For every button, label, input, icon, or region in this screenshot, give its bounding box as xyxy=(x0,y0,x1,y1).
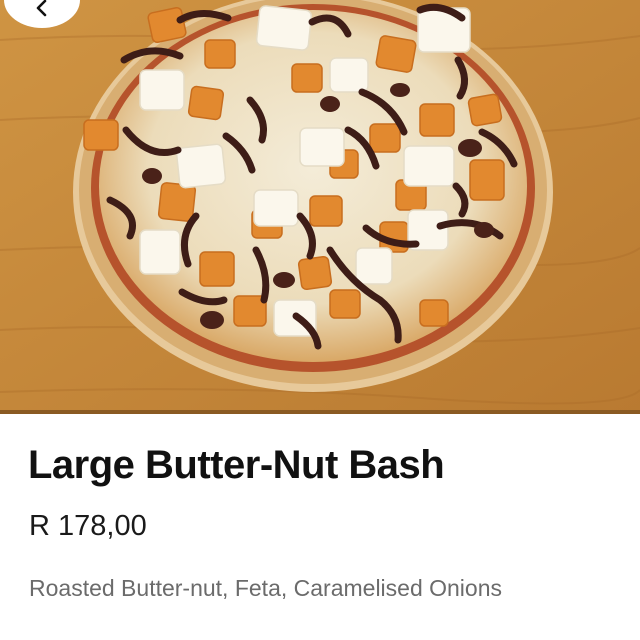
item-description: Roasted Butter-nut, Feta, Caramelised On… xyxy=(29,575,503,601)
item-price: R 178,00 xyxy=(29,510,147,542)
item-hero-image xyxy=(0,0,640,414)
pizza-photo xyxy=(0,0,640,414)
item-title: Large Butter-Nut Bash xyxy=(28,443,445,487)
chevron-left-icon xyxy=(36,0,47,17)
item-details: Large Butter-Nut Bash R 178,00 Roasted B… xyxy=(0,414,640,640)
item-detail-screen: Large Butter-Nut Bash R 178,00 Roasted B… xyxy=(0,0,640,640)
